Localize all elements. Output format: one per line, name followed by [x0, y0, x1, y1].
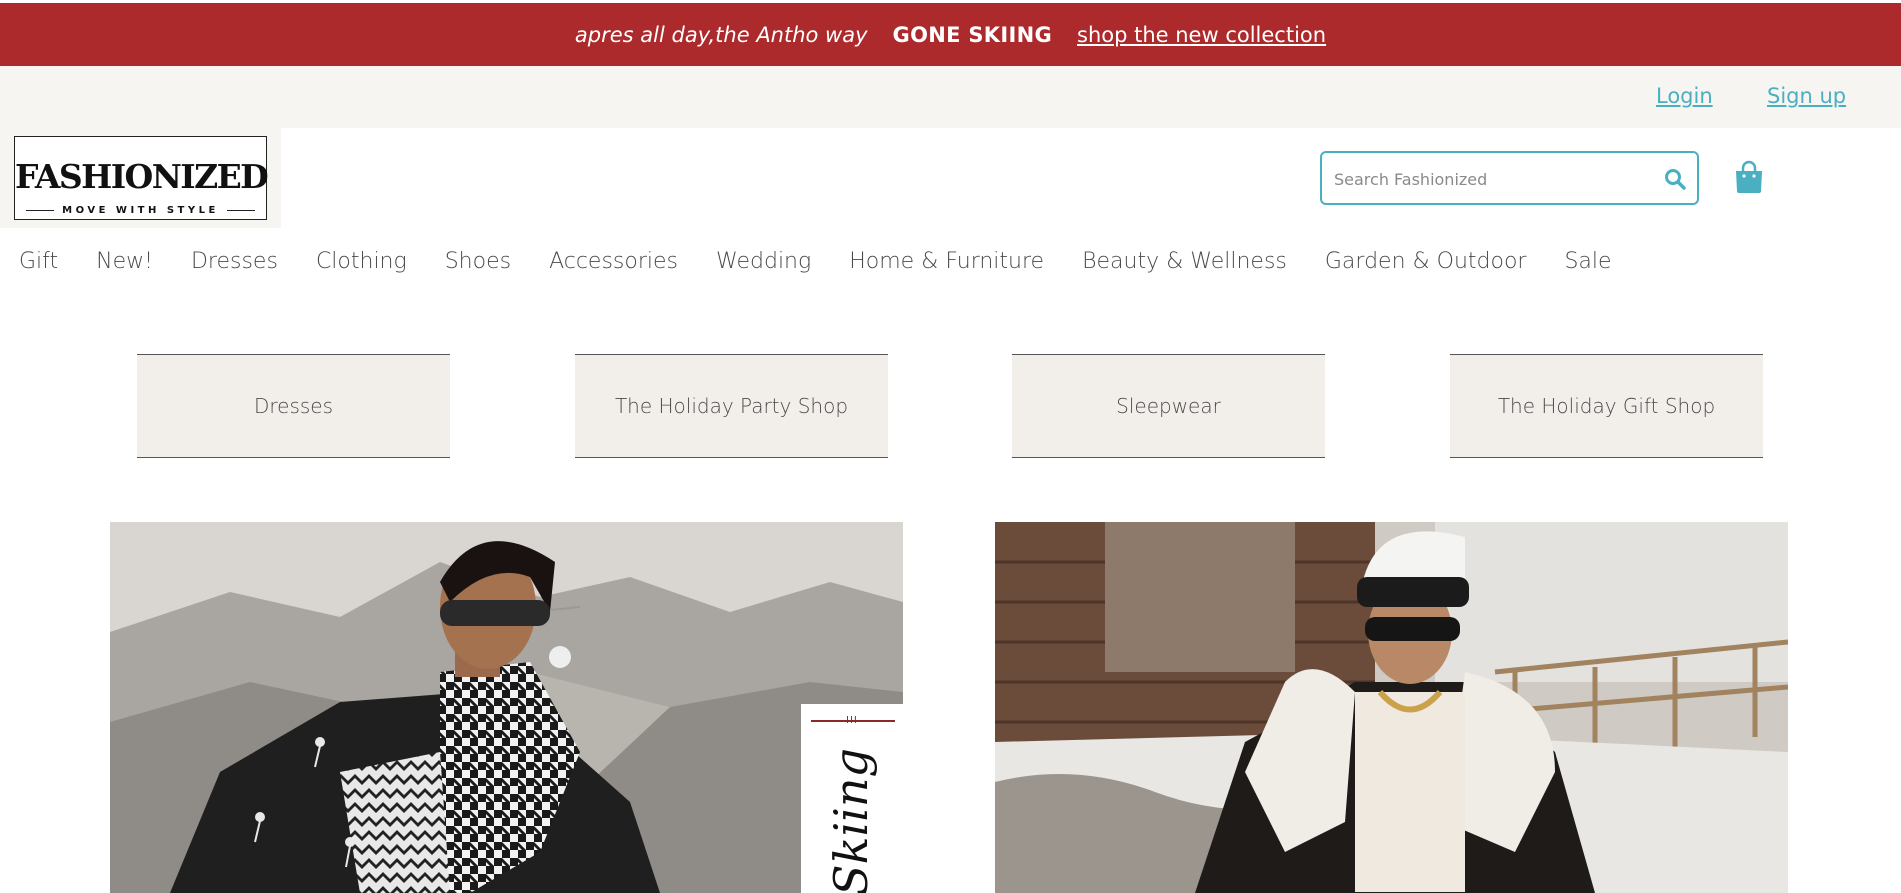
- category-tile-dresses[interactable]: Dresses: [137, 354, 450, 458]
- promo-tagline: apres all day,the Antho way: [574, 22, 868, 47]
- logo-tagline-row: MOVE WITH STYLE: [15, 205, 266, 216]
- skiing-badge: III Skiing: [801, 704, 903, 893]
- shop-new-collection-link[interactable]: shop the new collection: [1077, 23, 1326, 47]
- promo-banner: apres all day,the Antho way GONE SKIING …: [0, 3, 1901, 66]
- badge-mark: III: [846, 715, 858, 726]
- site-logo[interactable]: FASHIONIZED MOVE WITH STYLE: [0, 128, 281, 228]
- nav-item-wedding[interactable]: Wedding: [716, 249, 811, 274]
- shopping-bag-icon[interactable]: [1733, 160, 1765, 194]
- nav-item-sale[interactable]: Sale: [1564, 249, 1611, 274]
- category-tile-sleepwear[interactable]: Sleepwear: [1012, 354, 1325, 458]
- search-icon[interactable]: [1663, 167, 1687, 191]
- nav-item-beauty-wellness[interactable]: Beauty & Wellness: [1082, 249, 1287, 274]
- nav-item-garden-outdoor[interactable]: Garden & Outdoor: [1325, 249, 1527, 274]
- nav-item-clothing[interactable]: Clothing: [316, 249, 407, 274]
- logo-tagline: MOVE WITH STYLE: [62, 205, 219, 216]
- search-input[interactable]: [1334, 165, 1654, 193]
- signup-link[interactable]: Sign up: [1767, 84, 1846, 108]
- nav-item-accessories[interactable]: Accessories: [549, 249, 678, 274]
- hero-image-right[interactable]: [995, 522, 1788, 893]
- logo-rule-right: [226, 210, 255, 211]
- category-tile-holiday-gift-shop[interactable]: The Holiday Gift Shop: [1450, 354, 1763, 458]
- nav-item-home-furniture[interactable]: Home & Furniture: [849, 249, 1044, 274]
- category-tile-holiday-party-shop[interactable]: The Holiday Party Shop: [575, 354, 888, 458]
- badge-word: Skiing: [824, 748, 878, 893]
- nav-item-gift[interactable]: Gift: [19, 249, 58, 274]
- search-box: [1320, 151, 1699, 205]
- logo-name: FASHIONIZED: [15, 157, 269, 196]
- login-link[interactable]: Login: [1656, 84, 1713, 108]
- main-navigation: Gift New! Dresses Clothing Shoes Accesso…: [0, 244, 1650, 278]
- hero-photo-cabin: [995, 522, 1788, 893]
- logo-rule-left: [26, 210, 55, 211]
- nav-item-new[interactable]: New!: [96, 249, 153, 274]
- nav-item-dresses[interactable]: Dresses: [191, 249, 278, 274]
- hero-image-left[interactable]: III Skiing: [110, 522, 903, 893]
- logo-frame: FASHIONIZED MOVE WITH STYLE: [14, 136, 269, 220]
- hero-photo-mountain: [110, 522, 903, 893]
- account-bar: Login Sign up: [0, 66, 1901, 128]
- nav-item-shoes[interactable]: Shoes: [445, 249, 511, 274]
- promo-headline: GONE SKIING: [892, 22, 1052, 47]
